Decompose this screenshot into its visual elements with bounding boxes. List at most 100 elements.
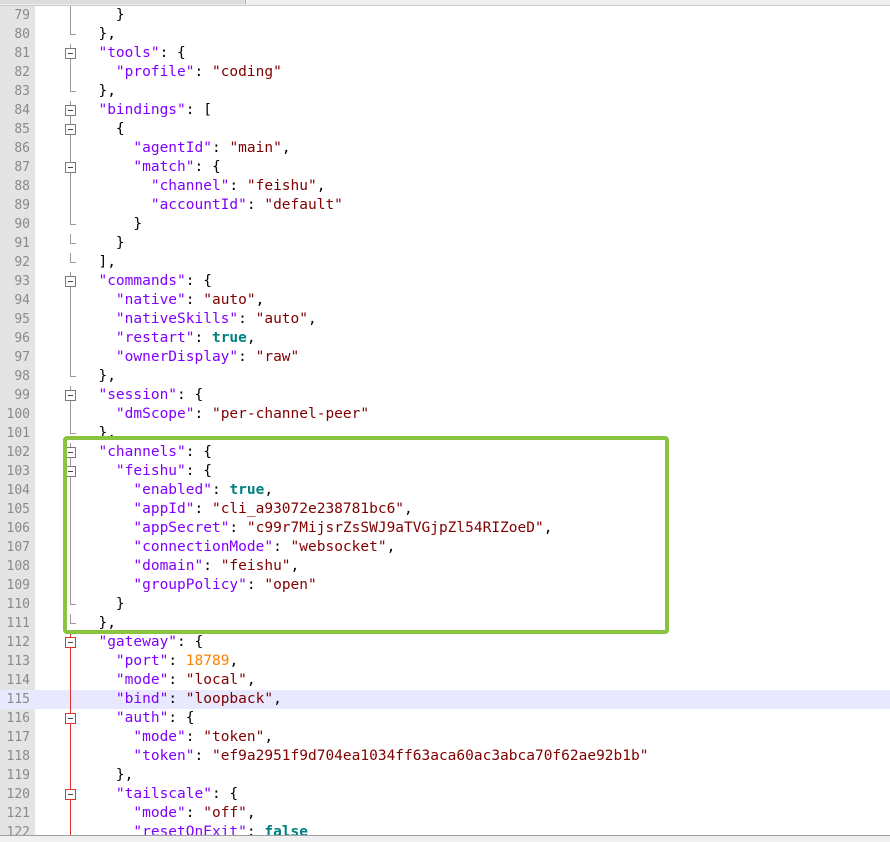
- code-line[interactable]: 98 },: [0, 367, 890, 386]
- fold-guide-icon: [62, 25, 80, 44]
- code-line[interactable]: 117 "mode": "token",: [0, 728, 890, 747]
- json-key: "match": [133, 159, 195, 175]
- code-line[interactable]: 80 },: [0, 25, 890, 44]
- code-text: "tailscale": {: [81, 785, 238, 804]
- fold-guide-icon: [62, 310, 80, 329]
- code-line[interactable]: 95 "nativeSkills": "auto",: [0, 310, 890, 329]
- json-key: "tailscale": [115, 786, 212, 802]
- line-number: 88: [0, 177, 35, 196]
- fold-toggle-icon[interactable]: [62, 633, 80, 652]
- json-punctuation: :: [194, 748, 212, 764]
- fold-guide-icon: [62, 63, 80, 82]
- code-line[interactable]: 79 }: [0, 6, 890, 25]
- line-number: 79: [0, 6, 35, 25]
- code-line[interactable]: 116 "auth": {: [0, 709, 890, 728]
- code-text: ],: [81, 253, 115, 272]
- fold-toggle-icon[interactable]: [62, 44, 80, 63]
- code-text: },: [81, 367, 115, 386]
- fold-toggle-icon[interactable]: [62, 386, 80, 405]
- json-punctuation: :: [168, 691, 186, 707]
- code-editor[interactable]: 79 } 80 }, 81 "tools": {82 "profile": "cod…: [0, 6, 890, 842]
- line-number: 103: [0, 462, 35, 481]
- code-line[interactable]: 112 "gateway": {: [0, 633, 890, 652]
- json-punctuation: : {: [177, 634, 204, 650]
- line-number: 120: [0, 785, 35, 804]
- line-number: 109: [0, 576, 35, 595]
- fold-toggle-icon[interactable]: [62, 272, 80, 291]
- editor-tab[interactable]: [0, 0, 246, 4]
- code-line[interactable]: 86 "agentId": "main",: [0, 139, 890, 158]
- json-punctuation: ,: [246, 330, 256, 346]
- fold-toggle-icon[interactable]: [62, 709, 80, 728]
- fold-guide-icon: [62, 367, 80, 386]
- line-number: 112: [0, 633, 35, 652]
- line-number: 82: [0, 63, 35, 82]
- json-string: "token": [203, 729, 265, 745]
- code-line[interactable]: 92 ],: [0, 253, 890, 272]
- code-line[interactable]: 97 "ownerDisplay": "raw": [0, 348, 890, 367]
- json-key: "nativeSkills": [115, 311, 239, 327]
- line-number: 118: [0, 747, 35, 766]
- code-line[interactable]: 96 "restart": true,: [0, 329, 890, 348]
- line-number: 93: [0, 272, 35, 291]
- code-line[interactable]: 83 },: [0, 82, 890, 101]
- line-number: 90: [0, 215, 35, 234]
- fold-guide-icon: [62, 291, 80, 310]
- fold-guide-icon: [62, 196, 80, 215]
- json-punctuation: ,: [264, 729, 274, 745]
- code-text: "bind": "loopback",: [81, 690, 282, 709]
- code-text: "mode": "local",: [81, 671, 256, 690]
- json-key: "channel": [150, 178, 230, 194]
- json-punctuation: ,: [273, 691, 282, 707]
- code-line[interactable]: 118 "token": "ef9a2951f9d704ea1034ff63ac…: [0, 747, 890, 766]
- code-line[interactable]: 94 "native": "auto",: [0, 291, 890, 310]
- fold-guide-icon: [62, 690, 80, 709]
- code-line[interactable]: 93 "commands": {: [0, 272, 890, 291]
- code-line[interactable]: 99 "session": {: [0, 386, 890, 405]
- code-line[interactable]: 119 },: [0, 766, 890, 785]
- fold-guide-icon: [62, 405, 80, 424]
- line-number: 80: [0, 25, 35, 44]
- fold-toggle-icon[interactable]: [62, 158, 80, 177]
- json-string: "default": [264, 197, 343, 213]
- json-punctuation: :: [238, 311, 256, 327]
- line-number: 107: [0, 538, 35, 557]
- code-line[interactable]: 114 "mode": "local",: [0, 671, 890, 690]
- fold-guide-icon: [62, 82, 80, 101]
- code-text: }: [81, 6, 125, 25]
- json-punctuation: ,: [255, 292, 265, 308]
- code-line[interactable]: 82 "profile": "coding": [0, 63, 890, 82]
- code-line[interactable]: 85 {: [0, 120, 890, 139]
- json-key: "restart": [115, 330, 195, 346]
- code-text: },: [81, 766, 133, 785]
- json-key: "commands": [98, 273, 186, 289]
- code-line[interactable]: 121 "mode": "off",: [0, 804, 890, 823]
- code-line[interactable]: 87 "match": {: [0, 158, 890, 177]
- json-punctuation: :: [185, 729, 204, 745]
- code-line[interactable]: 84 "bindings": [: [0, 101, 890, 120]
- code-line[interactable]: 89 "accountId": "default": [0, 196, 890, 215]
- json-punctuation: :: [211, 140, 230, 156]
- fold-toggle-icon[interactable]: [62, 120, 80, 139]
- code-text: "tools": {: [81, 44, 185, 63]
- fold-toggle-icon[interactable]: [62, 101, 80, 120]
- code-line[interactable]: 90 }: [0, 215, 890, 234]
- fold-guide-icon: [62, 747, 80, 766]
- json-string: "coding": [211, 64, 282, 80]
- code-line[interactable]: 91 }: [0, 234, 890, 253]
- code-line[interactable]: 81 "tools": {: [0, 44, 890, 63]
- json-key: "mode": [133, 805, 186, 821]
- json-punctuation: },: [115, 767, 134, 783]
- code-line[interactable]: 113 "port": 18789,: [0, 652, 890, 671]
- code-text: {: [81, 120, 125, 139]
- code-line[interactable]: 100 "dmScope": "per-channel-peer": [0, 405, 890, 424]
- line-number: 99: [0, 386, 35, 405]
- fold-toggle-icon[interactable]: [62, 785, 80, 804]
- code-line[interactable]: 120 "tailscale": {: [0, 785, 890, 804]
- json-punctuation: :: [168, 672, 186, 688]
- fold-guide-icon: [62, 6, 80, 25]
- line-number: 102: [0, 443, 35, 462]
- code-line[interactable]: 88 "channel": "feishu",: [0, 177, 890, 196]
- json-punctuation: {: [115, 121, 125, 137]
- code-line[interactable]: 115 "bind": "loopback",: [0, 690, 890, 709]
